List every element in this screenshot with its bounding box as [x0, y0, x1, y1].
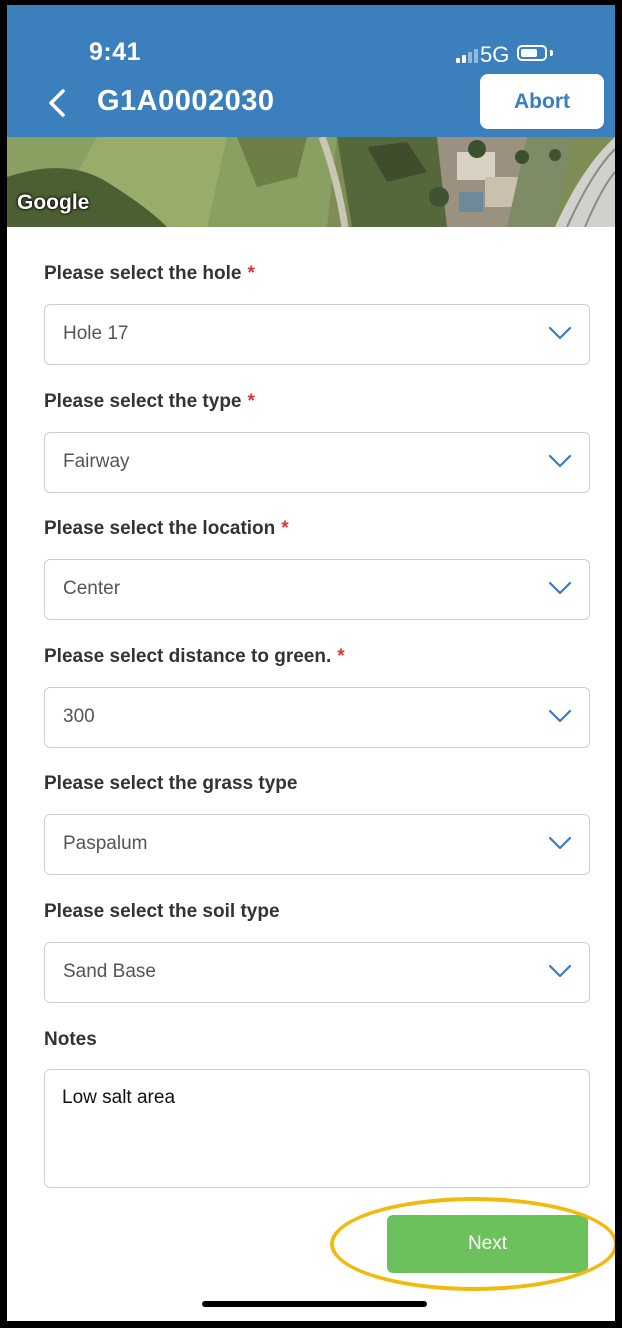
- type-label: Please select the type *: [44, 391, 255, 413]
- battery-tip: [550, 50, 553, 56]
- distance-select[interactable]: 300: [44, 687, 590, 748]
- grass-type-select[interactable]: Paspalum: [44, 814, 590, 875]
- type-label-text: Please select the type: [44, 391, 242, 412]
- grass-type-select-value: Paspalum: [63, 833, 148, 854]
- back-button[interactable]: [41, 83, 75, 123]
- hole-label: Please select the hole *: [44, 263, 255, 285]
- soil-type-label: Please select the soil type: [44, 901, 280, 922]
- chevron-down-icon: [548, 964, 572, 978]
- hole-select[interactable]: Hole 17: [44, 304, 590, 365]
- abort-button[interactable]: Abort: [480, 74, 604, 129]
- chevron-down-icon: [548, 454, 572, 468]
- soil-type-select-value: Sand Base: [63, 961, 156, 982]
- required-mark: *: [247, 263, 255, 284]
- chevron-down-icon: [548, 326, 572, 340]
- type-select[interactable]: Fairway: [44, 432, 590, 493]
- page-title: G1A0002030: [97, 85, 275, 117]
- map-attribution: Google: [17, 191, 90, 214]
- required-mark: *: [337, 646, 345, 667]
- chevron-down-icon: [548, 836, 572, 850]
- chevron-down-icon: [548, 709, 572, 723]
- chevron-down-icon: [548, 581, 572, 595]
- satellite-map[interactable]: Google: [7, 137, 615, 227]
- cellular-signal-icon: [456, 49, 478, 63]
- notes-label: Notes: [44, 1029, 97, 1050]
- notes-textarea[interactable]: Low salt area: [44, 1069, 590, 1188]
- soil-type-select[interactable]: Sand Base: [44, 942, 590, 1003]
- next-button[interactable]: Next: [387, 1215, 588, 1273]
- required-mark: *: [281, 518, 289, 539]
- phone-screen: 9:41 5G G1A0002030 Abort Google Please s…: [0, 0, 622, 1328]
- distance-select-value: 300: [63, 706, 95, 727]
- hole-label-text: Please select the hole: [44, 263, 242, 284]
- required-mark: *: [247, 391, 255, 412]
- location-label-text: Please select the location: [44, 518, 276, 539]
- home-indicator: [202, 1301, 427, 1307]
- grass-type-label: Please select the grass type: [44, 773, 298, 794]
- location-select-value: Center: [63, 578, 121, 599]
- status-time: 9:41: [89, 38, 142, 66]
- app-header: 9:41 5G G1A0002030 Abort: [7, 5, 615, 137]
- location-select[interactable]: Center: [44, 559, 590, 620]
- chevron-left-icon: [49, 89, 65, 117]
- network-type: 5G: [480, 42, 510, 67]
- satellite-map-imagery: [7, 137, 615, 227]
- distance-label: Please select distance to green. *: [44, 646, 345, 668]
- type-select-value: Fairway: [63, 451, 130, 472]
- location-label: Please select the location *: [44, 518, 289, 540]
- distance-label-text: Please select distance to green.: [44, 646, 332, 667]
- battery-icon: [517, 45, 547, 61]
- hole-select-value: Hole 17: [63, 323, 129, 344]
